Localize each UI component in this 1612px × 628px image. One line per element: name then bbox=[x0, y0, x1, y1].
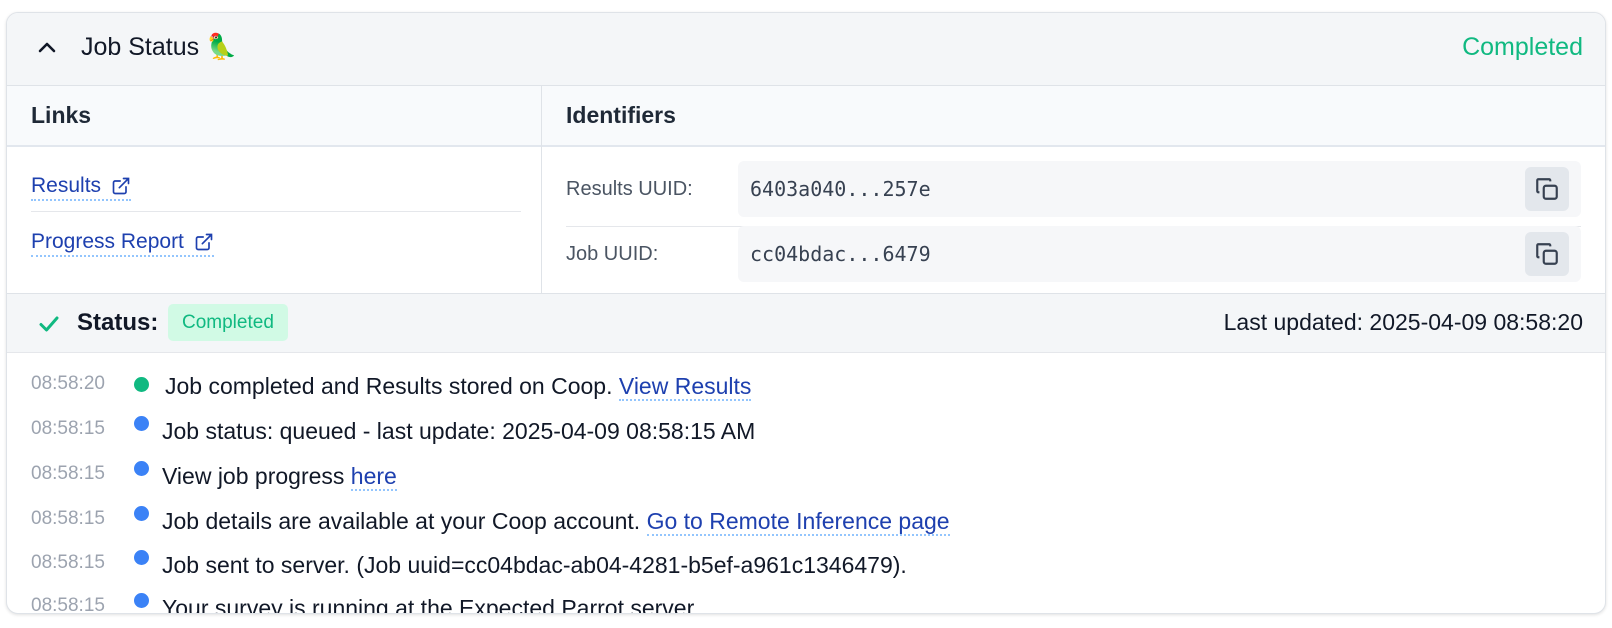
copy-job-uuid-button[interactable] bbox=[1525, 232, 1569, 276]
log-time: 08:58:20 bbox=[31, 373, 105, 394]
job-status-card: Job Status 🦜 Completed Links Results Pro… bbox=[6, 12, 1606, 614]
external-link-icon bbox=[112, 177, 130, 195]
log-time: 08:58:15 bbox=[31, 508, 105, 529]
identifiers-panel: Identifiers Results UUID: 6403a040...257… bbox=[542, 86, 1605, 293]
results-link-label: Results bbox=[31, 174, 102, 197]
progress-report-link-label: Progress Report bbox=[31, 230, 184, 253]
details-grid: Links Results Progress Report Identifier… bbox=[7, 86, 1605, 294]
external-link-icon bbox=[195, 233, 213, 251]
progress-report-link[interactable]: Progress Report bbox=[31, 230, 214, 257]
results-uuid-row: Results UUID: 6403a040...257e bbox=[566, 161, 1581, 217]
links-panel: Links Results Progress Report bbox=[7, 86, 542, 293]
results-uuid-label: Results UUID: bbox=[566, 177, 693, 200]
job-uuid-label: Job UUID: bbox=[566, 242, 659, 265]
info-dot-icon bbox=[134, 506, 149, 521]
job-status-title: Job Status 🦜 bbox=[81, 33, 238, 61]
info-dot-icon bbox=[134, 416, 149, 431]
log-time: 08:58:15 bbox=[31, 418, 105, 439]
log-text: Job completed and Results stored on Coop… bbox=[165, 373, 619, 399]
job-uuid-row: Job UUID: cc04bdac...6479 bbox=[566, 226, 1581, 282]
results-link[interactable]: Results bbox=[31, 174, 132, 201]
log-entry: 08:58:15 View job progress here bbox=[7, 457, 1605, 502]
last-updated-text: Last updated: 2025-04-09 08:58:20 bbox=[1223, 309, 1583, 335]
log-entry: 08:58:15 Job sent to server. (Job uuid=c… bbox=[7, 546, 1605, 591]
chevron-up-icon[interactable] bbox=[35, 35, 59, 59]
copy-icon bbox=[1536, 243, 1558, 265]
event-log[interactable]: 08:58:20 Job completed and Results store… bbox=[7, 353, 1605, 614]
log-message: View job progress here bbox=[162, 463, 397, 491]
status-badge: Completed bbox=[168, 304, 288, 341]
log-entry: 08:58:20 Job completed and Results store… bbox=[7, 367, 1605, 412]
log-entry: 08:58:15 Your survey is running at the E… bbox=[7, 589, 1605, 614]
status-label: Status: bbox=[77, 309, 159, 336]
job-status-header[interactable]: Job Status 🦜 Completed bbox=[7, 13, 1605, 86]
job-uuid-value-box: cc04bdac...6479 bbox=[738, 226, 1581, 282]
job-uuid-value: cc04bdac...6479 bbox=[750, 242, 931, 266]
log-time: 08:58:15 bbox=[31, 552, 105, 573]
remote-inference-link[interactable]: Go to Remote Inference page bbox=[646, 508, 950, 536]
success-dot-icon bbox=[134, 377, 149, 392]
job-progress-here-link[interactable]: here bbox=[350, 463, 397, 491]
log-message: Job completed and Results stored on Coop… bbox=[165, 373, 752, 401]
results-uuid-value-box: 6403a040...257e bbox=[738, 161, 1581, 217]
log-message: Job sent to server. (Job uuid=cc04bdac-a… bbox=[162, 552, 907, 578]
log-time: 08:58:15 bbox=[31, 595, 105, 614]
status-bar: Status: Completed Last updated: 2025-04-… bbox=[7, 294, 1605, 353]
info-dot-icon bbox=[134, 461, 149, 476]
log-text: Job details are available at your Coop a… bbox=[162, 508, 647, 534]
info-dot-icon bbox=[134, 550, 149, 565]
copy-results-uuid-button[interactable] bbox=[1525, 167, 1569, 211]
log-message: Job details are available at your Coop a… bbox=[162, 508, 950, 536]
log-message: Job status: queued - last update: 2025-0… bbox=[162, 418, 756, 444]
log-message: Your survey is running at the Expected P… bbox=[162, 595, 713, 614]
copy-icon bbox=[1536, 178, 1558, 200]
info-dot-icon bbox=[134, 593, 149, 608]
log-entry: 08:58:15 Job details are available at yo… bbox=[7, 502, 1605, 547]
log-entry: 08:58:15 Job status: queued - last updat… bbox=[7, 412, 1605, 457]
log-time: 08:58:15 bbox=[31, 463, 105, 484]
checkmark-icon bbox=[39, 316, 59, 332]
links-divider bbox=[31, 211, 521, 212]
links-heading: Links bbox=[7, 86, 541, 147]
results-uuid-value: 6403a040...257e bbox=[750, 177, 931, 201]
log-text: View job progress bbox=[162, 463, 351, 489]
view-results-link[interactable]: View Results bbox=[618, 373, 752, 401]
identifiers-heading: Identifiers bbox=[542, 86, 1605, 147]
header-status-text: Completed bbox=[1462, 33, 1583, 61]
